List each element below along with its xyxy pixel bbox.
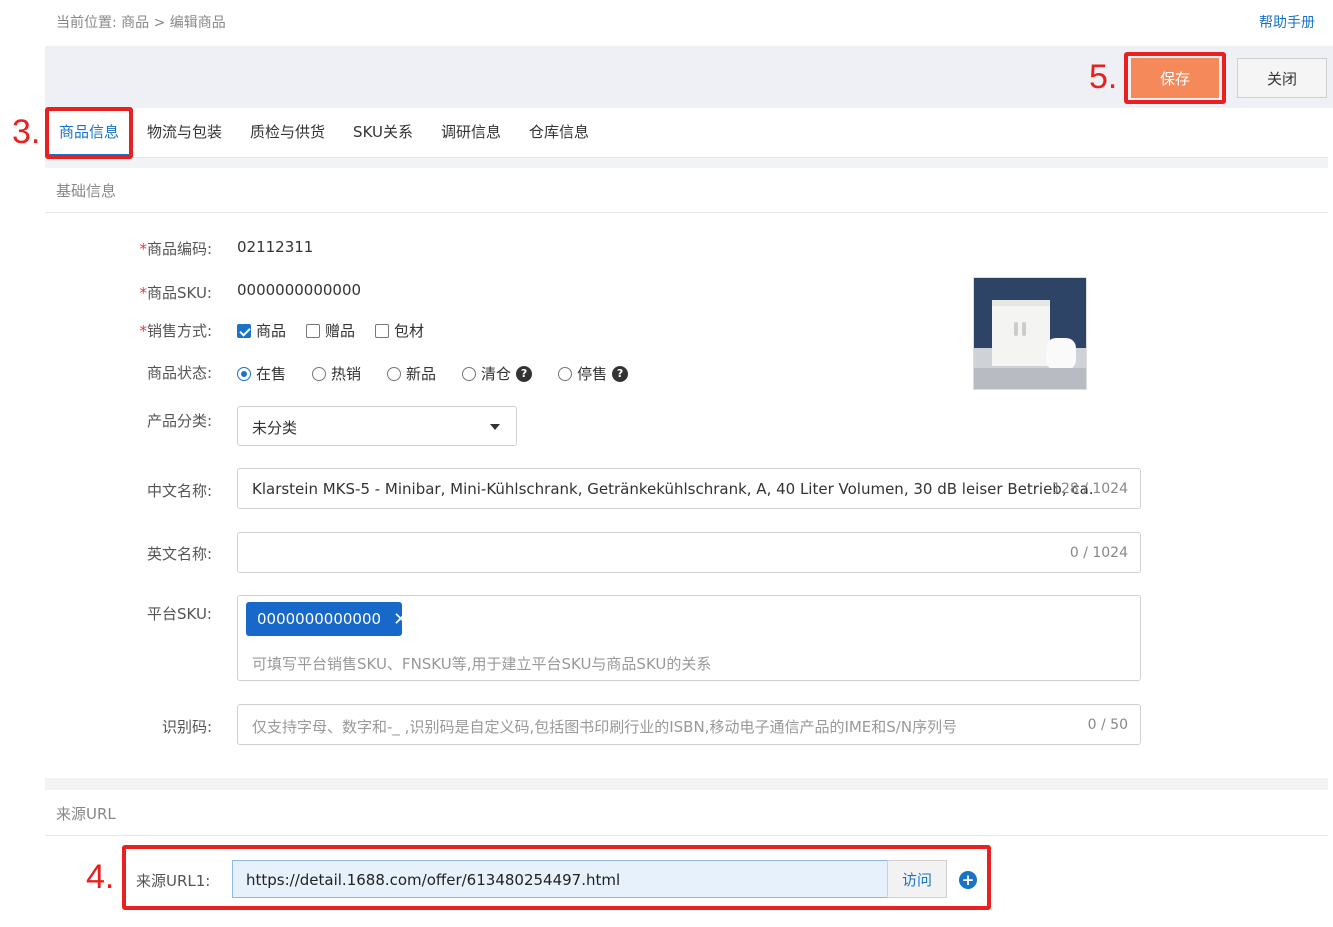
cn-name-value: Klarstein MKS-5 - Minibar, Mini-Kühlschr… [252,480,1094,498]
help-manual-link[interactable]: 帮助手册 [1259,12,1315,32]
status-option-clearance[interactable]: 清仓? [462,363,533,384]
tab-qc-supply[interactable]: 质检与供货 [236,108,339,156]
section-title-basic: 基础信息 [56,182,117,200]
en-name-label: 英文名称: [146,545,212,563]
sale-method-group: 商品 赠品 包材 [237,320,444,341]
status-option-on-sale[interactable]: 在售 [237,363,286,384]
tab-warehouse-info[interactable]: 仓库信息 [515,108,603,156]
status-option-hot[interactable]: 热销 [312,363,361,384]
ident-code-label: 识别码: [161,718,212,736]
help-question-icon[interactable]: ? [516,365,533,382]
section-title-source-url: 来源URL [56,805,116,823]
category-select[interactable]: 未分类 [237,406,517,446]
category-selected-value: 未分类 [252,419,298,437]
checkbox-icon[interactable] [375,323,390,338]
product-code-label: *商品编码: [139,240,212,258]
radio-icon[interactable] [558,366,573,381]
chevron-down-icon [490,424,500,430]
platform-sku-label: 平台SKU: [147,605,212,623]
ident-code-input[interactable]: 仅支持字母、数字和-_ ,识别码是自定义码,包括图书印刷行业的ISBN,移动电子… [237,704,1141,745]
highlight-box-source-url [122,845,991,910]
product-image[interactable] [973,277,1087,390]
section-divider [45,158,1328,168]
radio-icon[interactable] [462,366,477,381]
ident-code-char-count: 0 / 50 [1087,717,1128,733]
sale-option-gift[interactable]: 赠品 [306,320,355,341]
checkbox-icon[interactable] [306,323,321,338]
tab-bar: 商品信息 物流与包装 质检与供货 SKU关系 调研信息 仓库信息 [45,108,1328,158]
divider [45,835,1328,836]
sale-option-packaging[interactable]: 包材 [375,320,424,341]
highlight-box-save [1124,52,1226,104]
cn-name-char-count: 128 / 1024 [1052,481,1128,497]
product-code-value: 02112311 [237,238,314,256]
product-sku-value: 0000000000000 [237,281,362,299]
platform-sku-placeholder: 可填写平台销售SKU、FNSKU等,用于建立平台SKU与商品SKU的关系 [252,655,712,673]
sale-method-label: *销售方式: [139,322,212,340]
close-button[interactable]: 关闭 [1237,58,1327,98]
ident-code-placeholder: 仅支持字母、数字和-_ ,识别码是自定义码,包括图书印刷行业的ISBN,移动电子… [252,718,958,736]
product-sku-label: *商品SKU: [139,284,213,302]
help-question-icon[interactable]: ? [612,365,629,382]
platform-sku-tag: 0000000000000 ✕ [246,602,408,636]
en-name-input[interactable]: 0 / 1024 [237,532,1141,573]
status-option-discontinued[interactable]: 停售? [558,363,629,384]
section-divider [45,778,1328,790]
product-status-label: 商品状态: [146,364,212,382]
platform-sku-tag-label: 0000000000000 [257,610,382,628]
highlight-box-tab [45,107,133,159]
checkbox-checked-icon[interactable] [237,323,251,338]
close-icon[interactable]: ✕ [393,609,408,630]
radio-selected-icon[interactable] [237,366,251,381]
product-status-group: 在售 热销 新品 清仓? 停售? [237,363,648,384]
radio-icon[interactable] [312,366,327,381]
sale-option-product[interactable]: 商品 [237,320,286,341]
annotation-3: 3. [12,113,41,151]
en-name-char-count: 0 / 1024 [1069,545,1128,561]
cn-name-input[interactable]: Klarstein MKS-5 - Minibar, Mini-Kühlschr… [237,468,1141,509]
annotation-4: 4. [86,858,115,896]
radio-icon[interactable] [387,366,402,381]
status-option-new[interactable]: 新品 [387,363,436,384]
divider [45,212,1328,213]
cn-name-label: 中文名称: [146,482,212,500]
tab-research-info[interactable]: 调研信息 [427,108,515,156]
annotation-5: 5. [1089,58,1118,96]
tab-logistics-packaging[interactable]: 物流与包装 [133,108,236,156]
category-label: 产品分类: [146,412,212,430]
product-photo [974,278,1086,389]
breadcrumb-prefix: 当前位置: [56,15,117,31]
breadcrumb-path[interactable]: 商品 > 编辑商品 [121,15,226,31]
breadcrumb: 当前位置: 商品 > 编辑商品 [56,12,226,32]
tab-sku-relation[interactable]: SKU关系 [339,108,427,156]
